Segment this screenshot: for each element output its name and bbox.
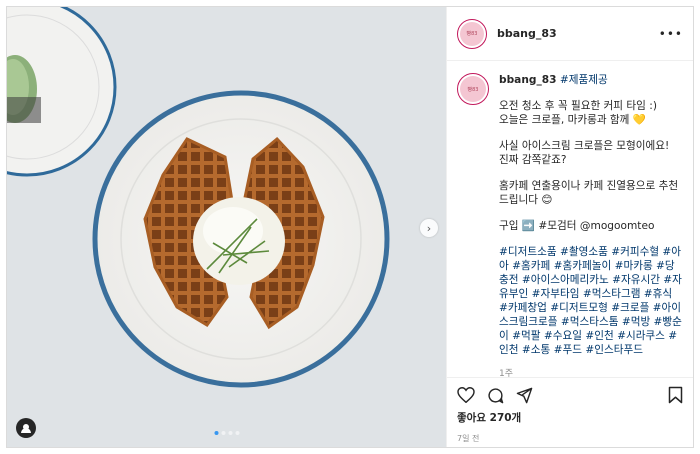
action-bar: 좋아요 270개 7일 전 (447, 377, 693, 447)
comments-area: 빵83 bbang_83 #제품제공 오전 청소 후 꼭 필요한 커피 타임 :… (447, 61, 693, 377)
caption-hashtags[interactable]: #디저트소품 #촬영소품 #커피수혈 #아아 #홈카페 #홈카페놀이 #마카롱 … (499, 245, 683, 357)
caption-line: 사실 아이스크림 크로플은 모형이에요! (499, 140, 670, 152)
caption-line: 오늘은 크로플, 마카롱과 함께 💛 (499, 114, 646, 126)
heart-icon[interactable] (457, 387, 475, 403)
avatar-text: 빵83 (460, 21, 484, 46)
more-dots-icon[interactable]: ••• (659, 27, 683, 41)
likes-count[interactable]: 좋아요 270개 (457, 410, 683, 425)
post-header: 빵83 bbang_83 ••• (447, 7, 693, 61)
post-modal: › 빵83 bbang_83 ••• 빵83 bbang_83 #제품제공 오전… (6, 6, 694, 448)
caption-body: bbang_83 #제품제공 오전 청소 후 꼭 필요한 커피 타임 :) 오늘… (499, 73, 683, 377)
carousel-dot (228, 431, 232, 435)
waffle-photo (7, 7, 390, 388)
caption-avatar-text: 빵83 (460, 76, 486, 102)
share-icon[interactable] (516, 387, 533, 404)
caption-username[interactable]: bbang_83 (499, 74, 556, 86)
carousel-dot (214, 431, 218, 435)
caption-first-tag[interactable]: #제품제공 (560, 74, 608, 86)
post-side-panel: 빵83 bbang_83 ••• 빵83 bbang_83 #제품제공 오전 청… (446, 7, 693, 447)
header-username[interactable]: bbang_83 (497, 27, 557, 40)
caption-time: 1주 (499, 369, 514, 377)
caption-line: 진짜 감쪽같죠? (499, 154, 567, 166)
caption: 빵83 bbang_83 #제품제공 오전 청소 후 꼭 필요한 커피 타임 :… (457, 73, 683, 377)
caption-line: 홈카페 연출용이나 카페 진열용으로 추천 (499, 180, 679, 192)
comment-icon[interactable] (487, 387, 504, 404)
user-tag-icon[interactable] (16, 418, 36, 438)
post-photo[interactable]: › (7, 7, 446, 447)
carousel-dot (221, 431, 225, 435)
caption-line: 오전 청소 후 꼭 필요한 커피 타임 :) (499, 100, 657, 112)
caption-line: 드립니다 😊 (499, 194, 553, 206)
avatar[interactable]: 빵83 (457, 18, 487, 49)
next-arrow-icon[interactable]: › (420, 219, 438, 237)
bookmark-icon[interactable] (668, 386, 683, 404)
caption-avatar[interactable]: 빵83 (457, 73, 489, 105)
caption-shop-line[interactable]: 구입 ➡️ #모검터 @mogoomteo (499, 219, 683, 233)
carousel-dots (214, 431, 239, 435)
posted-time: 7일 전 (457, 434, 480, 443)
carousel-dot (235, 431, 239, 435)
